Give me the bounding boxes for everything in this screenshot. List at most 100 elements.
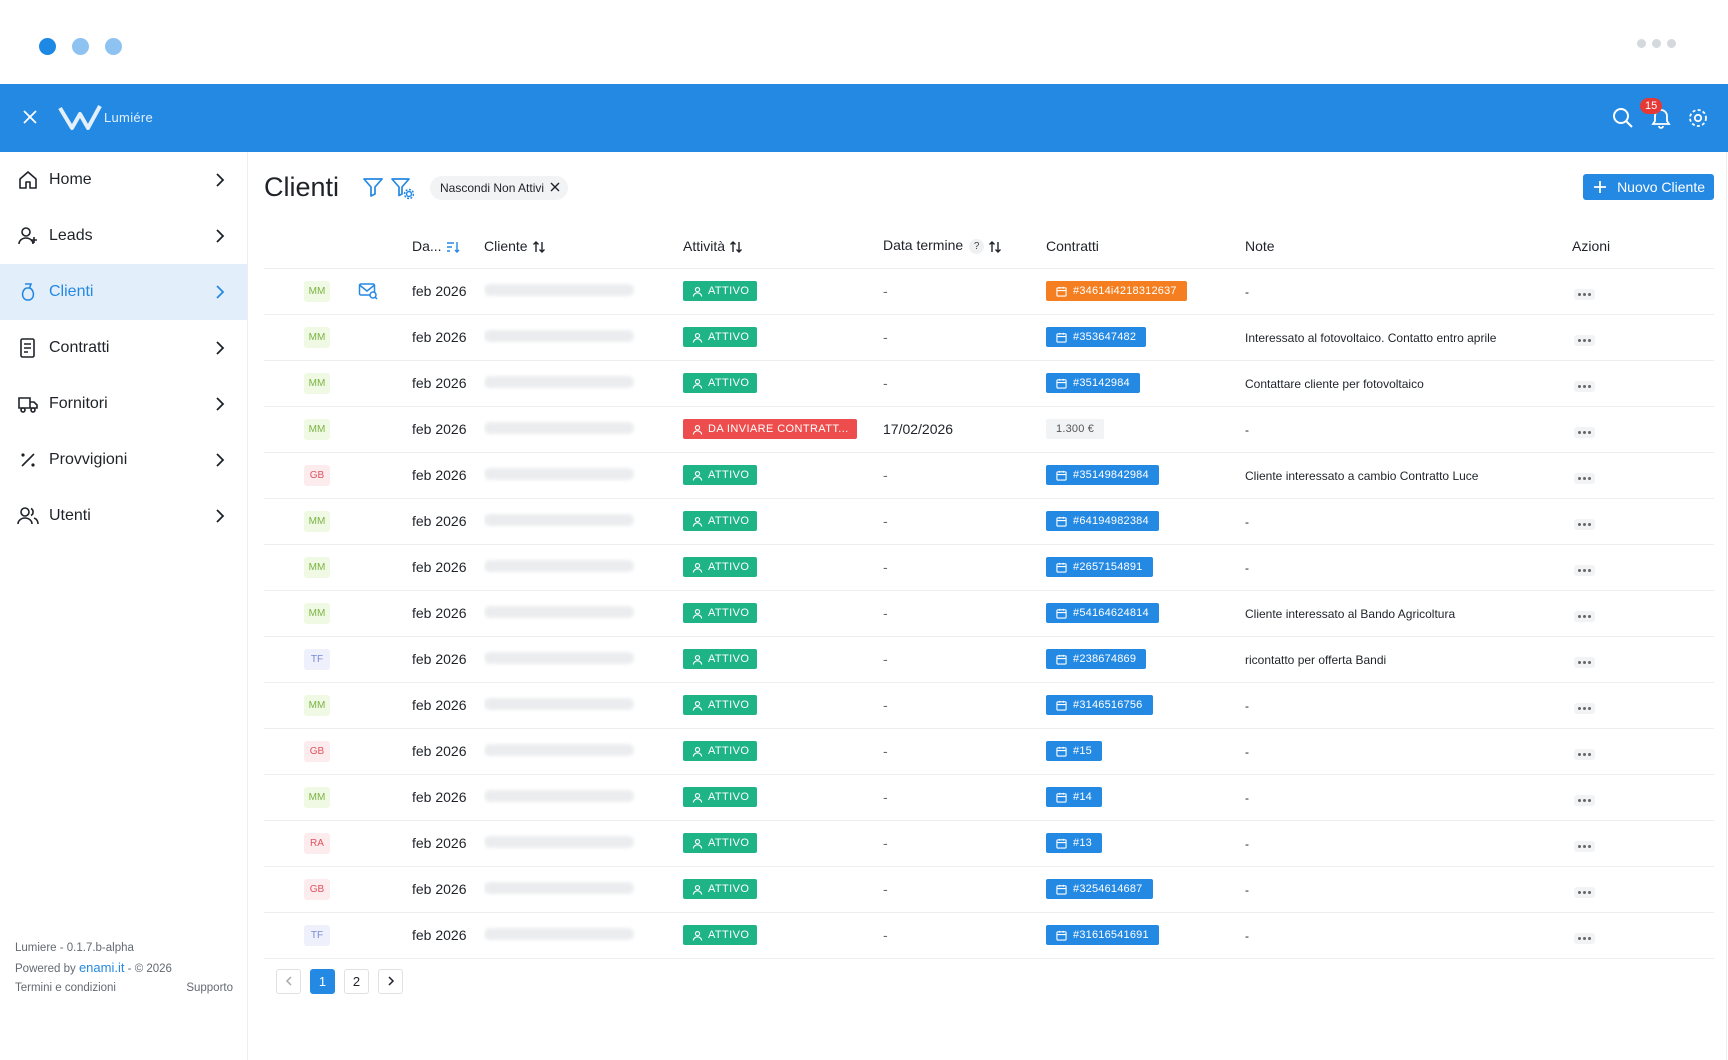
cell-client[interactable]: [484, 682, 683, 729]
contract-badge[interactable]: #35149842984: [1046, 465, 1159, 485]
more-actions-icon[interactable]: [1574, 426, 1595, 438]
client-name-redacted[interactable]: [484, 514, 634, 526]
col-activity[interactable]: Attività: [683, 224, 883, 269]
contract-badge[interactable]: #14: [1046, 787, 1102, 807]
table-row[interactable]: MM feb 2026 ATTIVO - #14 -: [264, 774, 1714, 821]
sidebar-item-leads[interactable]: Leads: [0, 208, 247, 264]
client-name-redacted[interactable]: [484, 606, 634, 618]
status-badge[interactable]: ATTIVO: [683, 281, 758, 301]
more-actions-icon[interactable]: [1574, 564, 1595, 576]
app-logo[interactable]: Lumiére: [58, 102, 153, 132]
status-badge[interactable]: ATTIVO: [683, 603, 758, 623]
cell-client[interactable]: [484, 590, 683, 637]
contract-badge[interactable]: #54164624814: [1046, 603, 1159, 623]
table-row[interactable]: MM feb 2026 ATTIVO - #64194982384 -: [264, 498, 1714, 545]
status-badge[interactable]: ATTIVO: [683, 787, 758, 807]
client-name-redacted[interactable]: [484, 560, 634, 572]
table-row[interactable]: GB feb 2026 ATTIVO - #3254614687 -: [264, 866, 1714, 913]
window-dot-maximize[interactable]: [105, 38, 122, 55]
next-page-button[interactable]: [378, 968, 403, 994]
contract-badge[interactable]: #31616541691: [1046, 925, 1159, 945]
more-actions-icon[interactable]: [1574, 380, 1595, 392]
cell-client[interactable]: [484, 360, 683, 407]
sort-desc-icon[interactable]: [446, 240, 460, 254]
support-link[interactable]: Supporto: [186, 978, 233, 998]
close-icon[interactable]: [20, 107, 40, 127]
window-dot-close[interactable]: [39, 38, 56, 55]
client-name-redacted[interactable]: [484, 376, 634, 388]
sort-icon[interactable]: [532, 240, 546, 254]
table-row[interactable]: MM feb 2026 ATTIVO - #35142984 Contattare cli…: [264, 360, 1714, 407]
more-actions-icon[interactable]: [1574, 748, 1595, 760]
cell-client[interactable]: [484, 912, 683, 959]
contract-badge[interactable]: #238674869: [1046, 649, 1147, 669]
cell-client[interactable]: [484, 452, 683, 499]
filter-settings-icon[interactable]: [390, 176, 414, 200]
table-row[interactable]: TF feb 2026 ATTIVO - #238674869 ricontatto pe…: [264, 636, 1714, 683]
table-row[interactable]: MM feb 2026 ATTIVO - #34614i4218312637 -: [264, 268, 1714, 315]
page-2-button[interactable]: 2: [344, 968, 369, 994]
table-row[interactable]: RA feb 2026 ATTIVO - #13 -: [264, 820, 1714, 867]
client-name-redacted[interactable]: [484, 468, 634, 480]
sidebar-item-provvigioni[interactable]: Provvigioni: [0, 432, 247, 488]
prev-page-button[interactable]: [276, 968, 301, 994]
table-row[interactable]: MM feb 2026 ATTIVO - #54164624814 Cliente int…: [264, 590, 1714, 637]
more-actions-icon[interactable]: [1574, 656, 1595, 668]
enami-link[interactable]: enami.it: [79, 960, 125, 975]
cell-client[interactable]: [484, 866, 683, 913]
client-name-redacted[interactable]: [484, 698, 634, 710]
terms-link[interactable]: Termini e condizioni: [15, 978, 116, 998]
contract-badge[interactable]: #353647482: [1046, 327, 1147, 347]
contract-badge[interactable]: #64194982384: [1046, 511, 1159, 531]
sidebar-item-contratti[interactable]: Contratti: [0, 320, 247, 376]
cell-client[interactable]: [484, 406, 683, 453]
window-menu-dots-icon[interactable]: [1637, 39, 1676, 48]
status-badge[interactable]: ATTIVO: [683, 925, 758, 945]
more-actions-icon[interactable]: [1574, 702, 1595, 714]
contract-badge[interactable]: 1.300 €: [1046, 419, 1105, 439]
sort-icon[interactable]: [988, 240, 1002, 254]
contract-badge[interactable]: #34614i4218312637: [1046, 281, 1187, 301]
status-badge[interactable]: ATTIVO: [683, 741, 758, 761]
more-actions-icon[interactable]: [1574, 288, 1595, 300]
contract-badge[interactable]: #35142984: [1046, 373, 1140, 393]
sidebar-item-utenti[interactable]: Utenti: [0, 488, 247, 544]
table-row[interactable]: GB feb 2026 ATTIVO - #35149842984 Cliente int…: [264, 452, 1714, 499]
client-name-redacted[interactable]: [484, 652, 634, 664]
table-row[interactable]: MM feb 2026 ATTIVO - #353647482 Interessato a…: [264, 314, 1714, 361]
status-badge[interactable]: ATTIVO: [683, 511, 758, 531]
table-row[interactable]: MM feb 2026 ATTIVO - #3146516756 -: [264, 682, 1714, 729]
table-row[interactable]: GB feb 2026 ATTIVO - #15 -: [264, 728, 1714, 775]
filter-chip[interactable]: Nascondi Non Attivi: [430, 176, 569, 200]
cell-client[interactable]: [484, 314, 683, 361]
mail-search-icon[interactable]: [358, 282, 378, 300]
more-actions-icon[interactable]: [1574, 472, 1595, 484]
more-actions-icon[interactable]: [1574, 840, 1595, 852]
contract-badge[interactable]: #13: [1046, 833, 1102, 853]
sidebar-item-home[interactable]: Home: [0, 152, 247, 208]
more-actions-icon[interactable]: [1574, 932, 1595, 944]
status-badge[interactable]: DA INVIARE CONTRATT...: [683, 419, 857, 439]
col-client[interactable]: Cliente: [484, 224, 683, 269]
cell-client[interactable]: [484, 544, 683, 591]
filter-icon[interactable]: [362, 176, 384, 198]
more-actions-icon[interactable]: [1574, 794, 1595, 806]
table-row[interactable]: MM feb 2026 ATTIVO - #2657154891 -: [264, 544, 1714, 591]
sidebar-item-fornitori[interactable]: Fornitori: [0, 376, 247, 432]
contract-badge[interactable]: #3254614687: [1046, 879, 1153, 899]
client-name-redacted[interactable]: [484, 422, 634, 434]
help-icon[interactable]: ?: [969, 239, 985, 255]
more-actions-icon[interactable]: [1574, 886, 1595, 898]
client-name-redacted[interactable]: [484, 928, 634, 940]
remove-filter-icon[interactable]: [550, 182, 560, 192]
more-actions-icon[interactable]: [1574, 610, 1595, 622]
contract-badge[interactable]: #3146516756: [1046, 695, 1153, 715]
cell-client[interactable]: [484, 774, 683, 821]
status-badge[interactable]: ATTIVO: [683, 833, 758, 853]
cell-client[interactable]: [484, 728, 683, 775]
status-badge[interactable]: ATTIVO: [683, 465, 758, 485]
client-name-redacted[interactable]: [484, 836, 634, 848]
sidebar-item-clienti[interactable]: Clienti: [0, 264, 247, 320]
client-name-redacted[interactable]: [484, 744, 634, 756]
cell-client[interactable]: [484, 498, 683, 545]
